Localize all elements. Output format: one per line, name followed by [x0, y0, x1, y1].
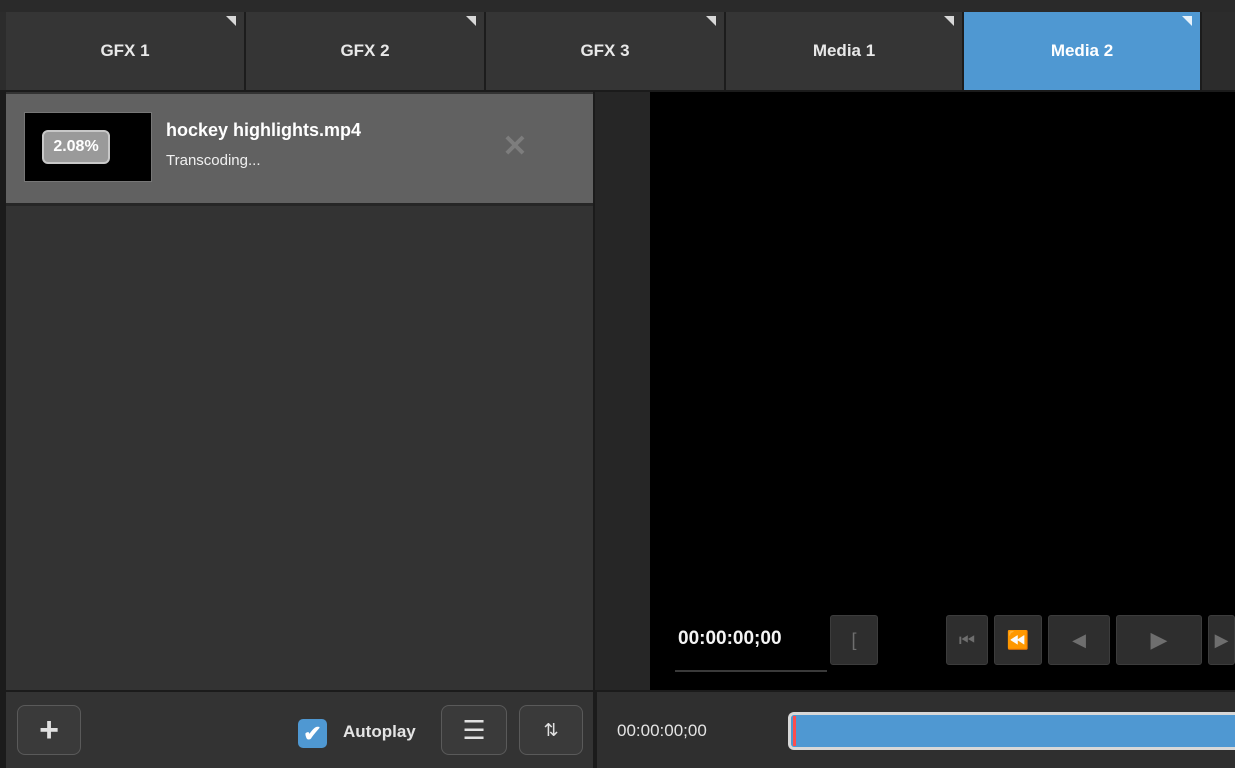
bracket-icon: [	[851, 629, 857, 650]
checkmark-icon: ✔	[303, 720, 322, 746]
step-forward-button[interactable]: ▶	[1208, 615, 1235, 665]
list-icon: ☰	[462, 714, 486, 745]
tab-gfx-2[interactable]: GFX 2	[246, 12, 486, 90]
autoplay-label: Autoplay	[343, 722, 416, 741]
rewind-icon: ⏪	[1006, 629, 1030, 650]
playlist-button[interactable]: ☰	[441, 705, 507, 755]
loop-button[interactable]: ⇅	[519, 705, 583, 755]
remove-item-close-icon[interactable]: ✕	[500, 132, 530, 162]
skip-start-icon: ⏮	[958, 629, 976, 650]
preview-monitor	[650, 92, 1235, 690]
tab-corner-icon	[226, 16, 236, 26]
tab-corner-icon	[944, 16, 954, 26]
timecode-underline	[675, 670, 827, 672]
panel-divider	[595, 92, 650, 690]
tab-media-1[interactable]: Media 1	[726, 12, 964, 90]
rewind-to-in-button[interactable]: ⏪	[994, 615, 1042, 665]
transcode-progress-badge: 2.08%	[42, 130, 110, 164]
tab-gfx-3[interactable]: GFX 3	[486, 12, 726, 90]
tab-corner-icon	[1182, 16, 1192, 26]
timeline-scrubber[interactable]	[788, 712, 1235, 750]
timeline-timecode: 00:00:00;00	[617, 721, 707, 740]
play-icon: ▶	[1150, 627, 1168, 652]
step-back-icon: ◀	[1072, 629, 1086, 650]
tab-label: Media 2	[1050, 41, 1114, 60]
autoplay-checkbox[interactable]: ✔	[298, 719, 327, 748]
play-button[interactable]: ▶	[1116, 615, 1202, 665]
skip-to-start-button[interactable]: ⏮	[946, 615, 988, 665]
tab-label: Media 1	[812, 41, 876, 60]
media-list-item[interactable]: 2.08% hockey highlights.mp4 Transcoding.…	[6, 94, 593, 206]
tab-media-2[interactable]: Media 2	[964, 12, 1202, 90]
tab-bar: GFX 1 GFX 2 GFX 3 Media 1 Media 2	[0, 12, 1235, 90]
tab-label: GFX 1	[100, 41, 150, 60]
loop-icon: ⇅	[543, 719, 559, 740]
media-file-name: hockey highlights.mp4	[166, 120, 362, 140]
mark-in-button[interactable]: [	[830, 615, 878, 665]
add-media-button[interactable]: +	[17, 705, 81, 755]
media-thumbnail: 2.08%	[24, 112, 152, 182]
media-status: Transcoding...	[166, 152, 261, 169]
tab-corner-icon	[706, 16, 716, 26]
tab-gfx-1[interactable]: GFX 1	[6, 12, 246, 90]
window-top-strip	[0, 0, 1235, 12]
step-forward-icon: ▶	[1214, 629, 1229, 650]
tab-label: GFX 2	[340, 41, 390, 60]
tab-label: GFX 3	[580, 41, 630, 60]
step-back-button[interactable]: ◀	[1048, 615, 1110, 665]
media-list-panel: 2.08% hockey highlights.mp4 Transcoding.…	[6, 92, 593, 690]
playhead-marker[interactable]	[793, 716, 796, 746]
tab-corner-icon	[466, 16, 476, 26]
preview-timecode: 00:00:00;00	[678, 628, 782, 649]
